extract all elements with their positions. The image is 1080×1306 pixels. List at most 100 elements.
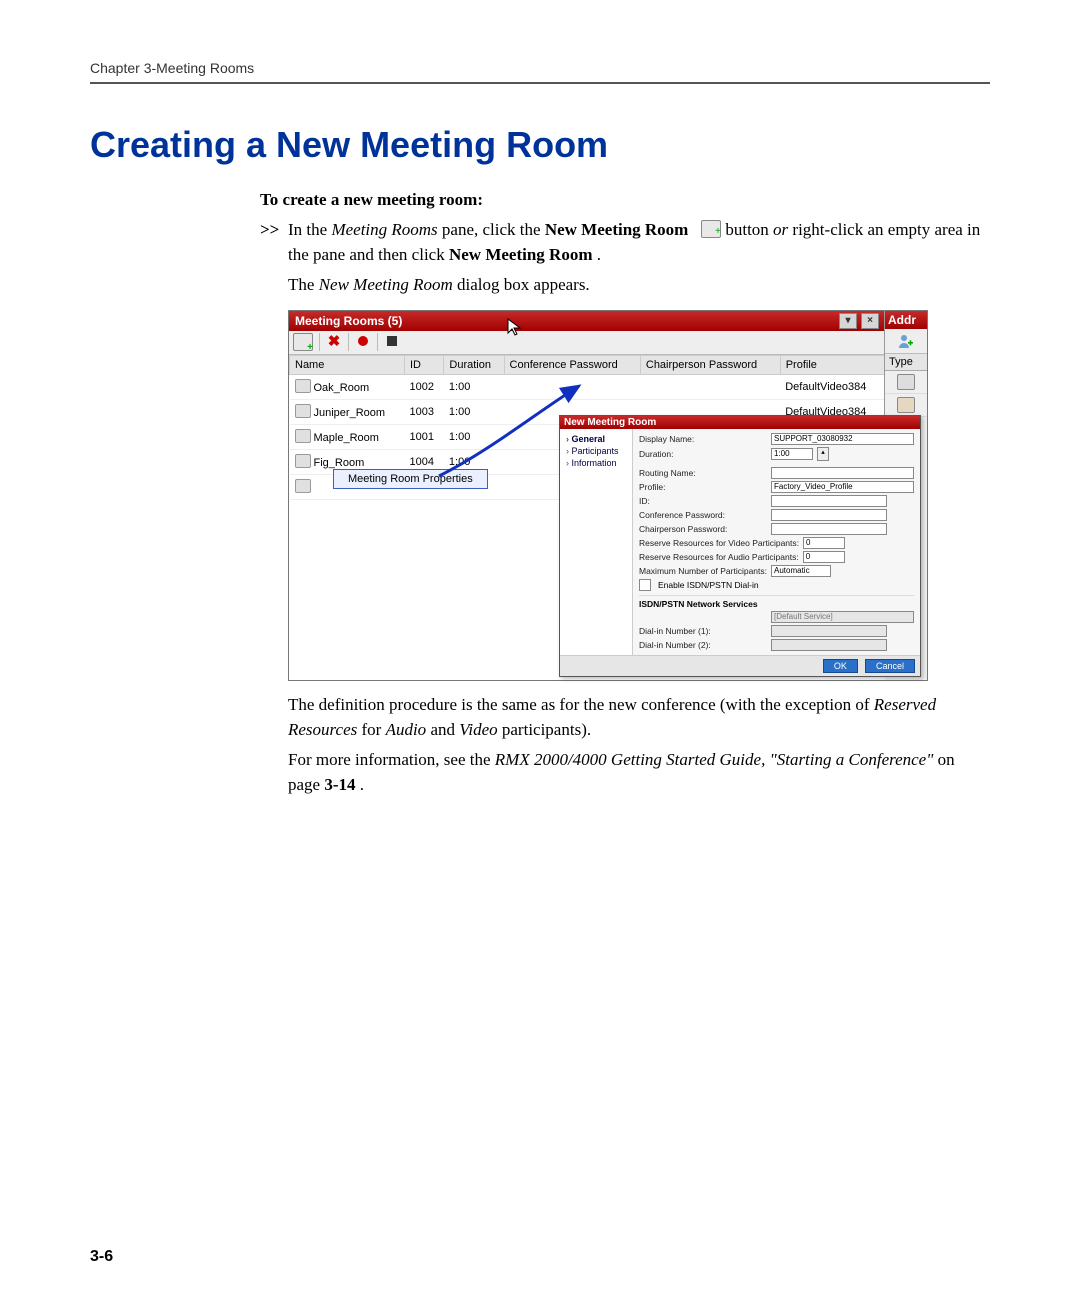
cell: Juniper_Room bbox=[314, 407, 386, 419]
dialog-form: Display Name: Duration: ▴ Routing Name: bbox=[633, 429, 920, 655]
close-icon[interactable]: × bbox=[861, 313, 879, 329]
add-participant-icon[interactable] bbox=[898, 333, 914, 349]
type-icon bbox=[897, 397, 915, 413]
cell bbox=[640, 374, 780, 399]
new-meeting-room-dialog: New Meeting Room General Participants In… bbox=[559, 415, 921, 677]
routing-name-field[interactable] bbox=[771, 467, 914, 479]
room-icon bbox=[295, 479, 311, 493]
screenshot-figure: Addr Type Meeting Rooms (5) bbox=[288, 310, 928, 681]
type-icon bbox=[897, 374, 915, 390]
label-dial2: Dial-in Number (2): bbox=[639, 640, 767, 650]
section-isdn-services: ISDN/PSTN Network Services bbox=[639, 595, 914, 609]
label-audio-res: Reserve Resources for Audio Participants… bbox=[639, 552, 799, 562]
text-bold: New Meeting Room bbox=[545, 220, 689, 239]
text: participants). bbox=[502, 720, 591, 739]
pane-title: Meeting Rooms (5) bbox=[295, 314, 402, 328]
body-paragraph: For more information, see the RMX 2000/4… bbox=[288, 748, 990, 797]
text: The bbox=[288, 275, 319, 294]
room-icon bbox=[295, 379, 311, 393]
procedure-step: >> In the Meeting Rooms pane, click the … bbox=[260, 218, 990, 267]
address-col-type: Type bbox=[885, 354, 927, 371]
label-max: Maximum Number of Participants: bbox=[639, 566, 767, 576]
col-chair-pw[interactable]: Chairperson Password bbox=[640, 355, 780, 374]
text-italic: RMX 2000/4000 Getting Started Guide, "St… bbox=[495, 750, 934, 769]
id-field[interactable] bbox=[771, 495, 887, 507]
cell: 1:00 bbox=[444, 399, 504, 424]
video-resources-field[interactable] bbox=[803, 537, 845, 549]
dialog-tab-information[interactable]: Information bbox=[560, 457, 632, 469]
room-icon bbox=[295, 454, 311, 468]
text-italic: Video bbox=[459, 720, 497, 739]
dialin-2-field bbox=[771, 639, 887, 651]
text: pane, click the bbox=[442, 220, 545, 239]
text-italic: or bbox=[773, 220, 788, 239]
text-italic: New Meeting Room bbox=[319, 275, 453, 294]
cell: Maple_Room bbox=[314, 432, 379, 444]
separator bbox=[348, 333, 349, 351]
page-ref: 3-14 bbox=[324, 775, 355, 794]
procedure-lead: To create a new meeting room: bbox=[260, 190, 990, 210]
display-name-field[interactable] bbox=[771, 433, 914, 445]
text: dialog box appears. bbox=[457, 275, 590, 294]
room-icon bbox=[295, 429, 311, 443]
cancel-button[interactable]: Cancel bbox=[865, 659, 915, 673]
col-conf-pw[interactable]: Conference Password bbox=[504, 355, 640, 374]
text: button bbox=[725, 220, 773, 239]
address-toolbar bbox=[885, 329, 927, 354]
dialog-title: New Meeting Room bbox=[560, 416, 920, 429]
chairperson-password-field[interactable] bbox=[771, 523, 887, 535]
cell: 1003 bbox=[404, 399, 443, 424]
profile-select[interactable] bbox=[771, 481, 914, 493]
dialog-tab-general[interactable]: General bbox=[560, 433, 632, 445]
label-chair-pw: Chairperson Password: bbox=[639, 524, 767, 534]
label-duration: Duration: bbox=[639, 449, 767, 459]
running-header: Chapter 3-Meeting Rooms bbox=[90, 60, 990, 76]
col-duration[interactable]: Duration bbox=[444, 355, 504, 374]
dialin-1-field bbox=[771, 625, 887, 637]
cell: 1001 bbox=[404, 424, 443, 449]
text-bold: New Meeting Room bbox=[449, 245, 593, 264]
context-menu-item-properties[interactable]: Meeting Room Properties bbox=[334, 470, 487, 488]
cell: 1:00 bbox=[444, 374, 504, 399]
ok-button[interactable]: OK bbox=[823, 659, 858, 673]
new-meeting-room-button[interactable] bbox=[293, 333, 313, 351]
cell: Oak_Room bbox=[314, 382, 370, 394]
audio-resources-field[interactable] bbox=[803, 551, 845, 563]
record-button[interactable] bbox=[355, 333, 371, 352]
address-panel: Addr Type bbox=[884, 311, 927, 417]
address-panel-title: Addr bbox=[885, 311, 927, 329]
page-number: 3-6 bbox=[90, 1248, 113, 1266]
duration-field[interactable] bbox=[771, 448, 813, 460]
context-menu: Meeting Room Properties bbox=[333, 469, 488, 489]
table-row[interactable]: Oak_Room 1002 1:00 DefaultVideo384 bbox=[290, 374, 885, 399]
delete-room-button[interactable]: ✖ bbox=[326, 334, 342, 350]
col-name[interactable]: Name bbox=[290, 355, 405, 374]
conference-password-field[interactable] bbox=[771, 509, 887, 521]
label-enable-isdn: Enable ISDN/PSTN Dial-in bbox=[658, 580, 759, 590]
col-id[interactable]: ID bbox=[404, 355, 443, 374]
label-conf-pw: Conference Password: bbox=[639, 510, 767, 520]
cell: Fig_Room bbox=[314, 457, 365, 469]
stop-button[interactable] bbox=[384, 333, 400, 352]
dialog-tab-participants[interactable]: Participants bbox=[560, 445, 632, 457]
pane-titlebar: Meeting Rooms (5) ▾ × bbox=[289, 311, 885, 331]
col-profile[interactable]: Profile bbox=[780, 355, 884, 374]
text: . bbox=[597, 245, 601, 264]
separator bbox=[319, 333, 320, 351]
step-result: The New Meeting Room dialog box appears. bbox=[288, 273, 990, 298]
spinner-icon[interactable]: ▴ bbox=[817, 447, 829, 461]
cell: 1:00 bbox=[444, 424, 504, 449]
pin-icon[interactable]: ▾ bbox=[839, 313, 857, 329]
label-dial1: Dial-in Number (1): bbox=[639, 626, 767, 636]
enable-isdn-checkbox[interactable] bbox=[639, 579, 651, 591]
text-italic: Audio bbox=[386, 720, 427, 739]
cell: 1002 bbox=[404, 374, 443, 399]
page-title: Creating a New Meeting Room bbox=[90, 124, 990, 166]
dialog-nav: General Participants Information bbox=[560, 429, 633, 655]
text: In the bbox=[288, 220, 331, 239]
text: The definition procedure is the same as … bbox=[288, 695, 874, 714]
max-participants-field[interactable] bbox=[771, 565, 831, 577]
new-meeting-room-icon bbox=[701, 220, 721, 238]
text: For more information, see the bbox=[288, 750, 495, 769]
cell bbox=[504, 374, 640, 399]
